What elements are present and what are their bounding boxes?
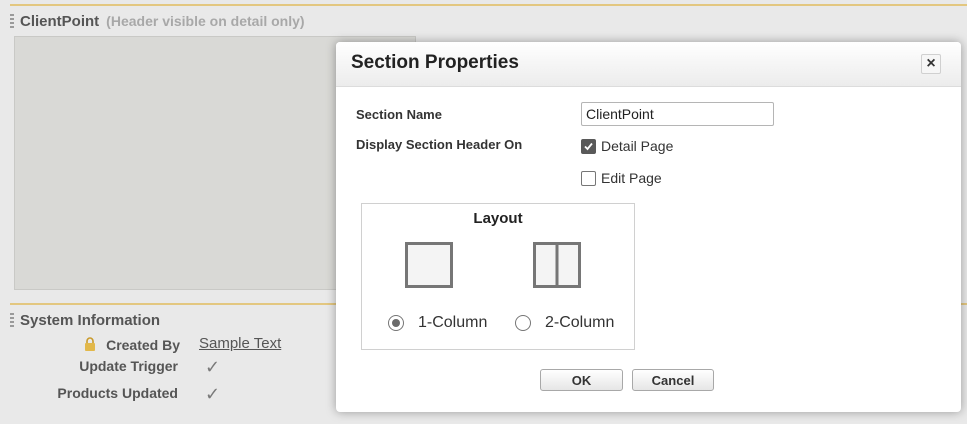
two-column-option[interactable]: 2-Column xyxy=(515,314,614,332)
section-properties-dialog: Section Properties × Section Name Displa… xyxy=(336,42,961,412)
field-created-by[interactable]: Created By xyxy=(60,337,180,355)
drag-handle-icon[interactable] xyxy=(10,14,14,28)
clientpoint-section-header[interactable]: ClientPoint (Header visible on detail on… xyxy=(10,12,305,30)
field-label: Update Trigger xyxy=(79,358,178,374)
two-column-label: 2-Column xyxy=(545,314,615,331)
one-column-label: 1-Column xyxy=(418,314,488,331)
section-name-label: Section Name xyxy=(356,107,442,122)
ok-button[interactable]: OK xyxy=(540,369,623,391)
edit-page-checkbox[interactable]: Edit Page xyxy=(581,170,662,186)
drag-handle-icon[interactable] xyxy=(10,313,14,327)
system-section-header[interactable]: System Information xyxy=(10,311,160,329)
checkbox-checked-icon[interactable] xyxy=(581,138,596,154)
field-products-updated[interactable]: Products Updated xyxy=(40,385,178,403)
field-label: Products Updated xyxy=(57,385,178,401)
section-name-input[interactable] xyxy=(581,102,774,126)
one-column-layout-icon[interactable] xyxy=(405,242,453,288)
field-label: Created By xyxy=(106,337,180,353)
display-header-label: Display Section Header On xyxy=(356,137,523,152)
radio-unselected-icon[interactable] xyxy=(515,315,531,331)
section-title: ClientPoint xyxy=(20,12,100,30)
layout-group: Layout 1-Column 2-Column xyxy=(361,203,635,350)
two-column-layout-icon[interactable] xyxy=(533,242,581,288)
checkmark-icon: ✓ xyxy=(205,384,221,404)
dialog-title: Section Properties xyxy=(351,52,519,73)
section-title: System Information xyxy=(20,311,161,329)
layout-title: Layout xyxy=(473,210,523,227)
detail-page-label: Detail Page xyxy=(601,138,674,154)
dialog-titlebar[interactable]: Section Properties × xyxy=(336,42,961,87)
field-update-trigger[interactable]: Update Trigger xyxy=(50,358,178,376)
lock-icon xyxy=(85,337,95,351)
close-button[interactable]: × xyxy=(921,54,941,74)
field-value-sample-text[interactable]: Sample Text xyxy=(199,335,281,352)
edit-page-label: Edit Page xyxy=(601,170,662,186)
checkmark-icon: ✓ xyxy=(205,357,221,377)
section-subtitle: (Header visible on detail only) xyxy=(106,13,305,29)
one-column-option[interactable]: 1-Column xyxy=(388,314,487,332)
cancel-button[interactable]: Cancel xyxy=(632,369,714,391)
detail-page-checkbox[interactable]: Detail Page xyxy=(581,138,673,154)
radio-selected-icon[interactable] xyxy=(388,315,404,331)
checkbox-unchecked-icon[interactable] xyxy=(581,170,596,186)
close-icon: × xyxy=(926,55,936,72)
